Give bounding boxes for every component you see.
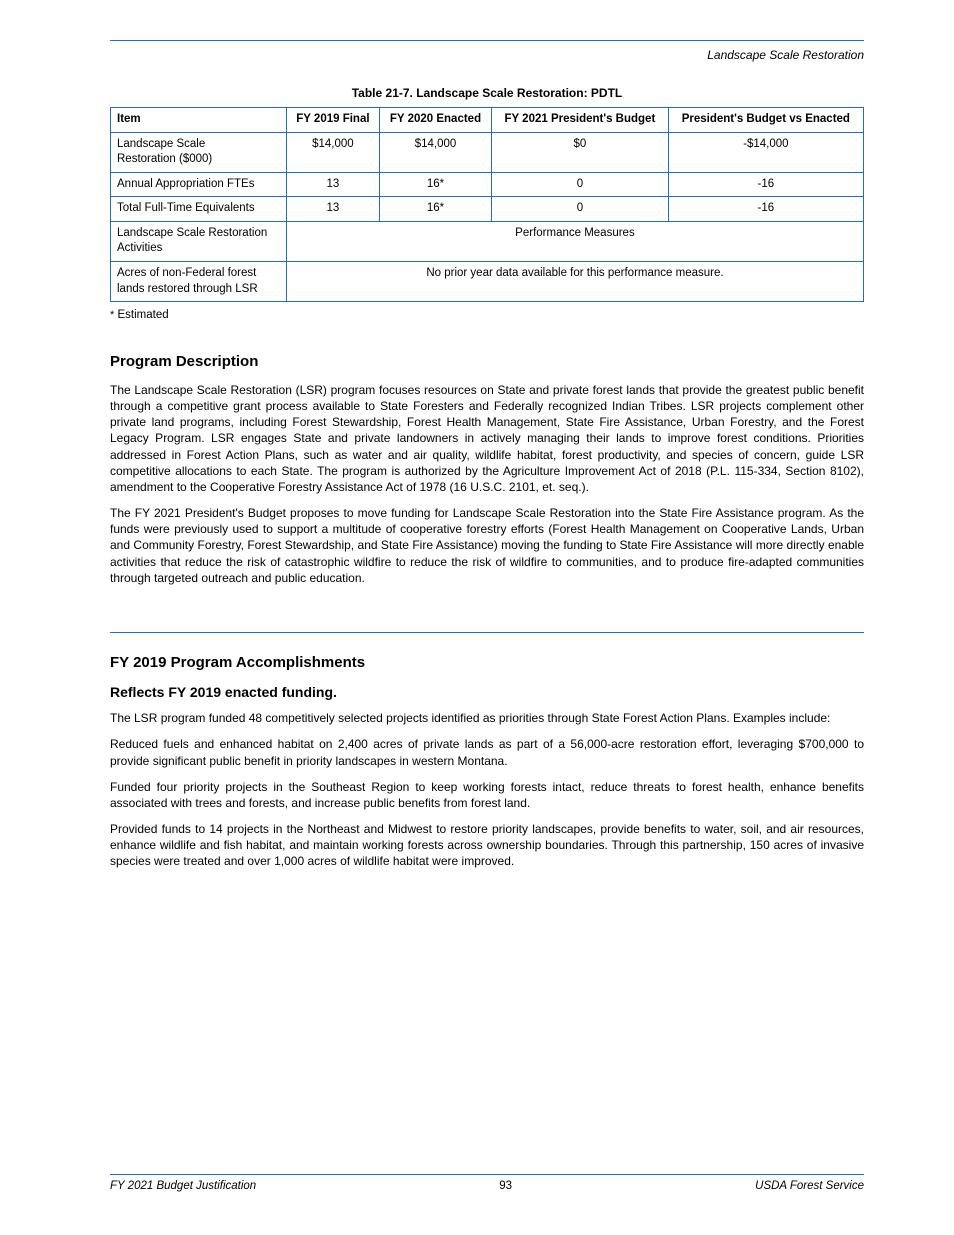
cell: 13 xyxy=(286,172,379,197)
th-item: Item xyxy=(111,108,287,133)
row-label: Landscape Scale RestorationActivities xyxy=(111,221,287,261)
row-label: Acres of non-Federal forestlands restore… xyxy=(111,261,287,301)
cell: 16* xyxy=(379,197,491,222)
accomplishments-section: FY 2019 Program Accomplishments Reflects… xyxy=(110,632,864,870)
paragraph: Reduced fuels and enhanced habitat on 2,… xyxy=(110,736,864,768)
cell: $0 xyxy=(492,132,669,172)
cell: 0 xyxy=(492,197,669,222)
cell: -16 xyxy=(668,172,863,197)
page-footer: FY 2021 Budget Justification 93 USDA For… xyxy=(110,1174,864,1195)
paragraph: The Landscape Scale Restoration (LSR) pr… xyxy=(110,382,864,495)
sub-heading: Reflects FY 2019 enacted funding. xyxy=(110,683,864,702)
cell: 13 xyxy=(286,197,379,222)
cell: $14,000 xyxy=(379,132,491,172)
section-heading: Program Description xyxy=(110,352,864,372)
footer-page-number: 93 xyxy=(256,1179,755,1195)
paragraph: Provided funds to 14 projects in the Nor… xyxy=(110,821,864,870)
paragraph: The LSR program funded 48 competitively … xyxy=(110,710,864,726)
footer-rule xyxy=(110,1174,864,1175)
footer-left: FY 2021 Budget Justification xyxy=(110,1179,256,1195)
pdtl-table: Item FY 2019 Final FY 2020 Enacted FY 20… xyxy=(110,107,864,302)
merged-cell: No prior year data available for this pe… xyxy=(286,261,863,301)
table-row: Landscape ScaleRestoration ($000) $14,00… xyxy=(111,132,864,172)
cell: $14,000 xyxy=(286,132,379,172)
cell: -16 xyxy=(668,197,863,222)
table-row: Total Full-Time Equivalents 13 16* 0 -16 xyxy=(111,197,864,222)
table-footnote: * Estimated xyxy=(110,308,864,324)
merged-cell: Performance Measures xyxy=(286,221,863,261)
cell: -$14,000 xyxy=(668,132,863,172)
paragraph: Funded four priority projects in the Sou… xyxy=(110,779,864,811)
th-fy2020: FY 2020 Enacted xyxy=(379,108,491,133)
header-rule xyxy=(110,40,864,41)
th-fy2019: FY 2019 Final xyxy=(286,108,379,133)
footer-right: USDA Forest Service xyxy=(755,1179,864,1195)
table-row: Annual Appropriation FTEs 13 16* 0 -16 xyxy=(111,172,864,197)
cell: 0 xyxy=(492,172,669,197)
header-running-title: Landscape Scale Restoration xyxy=(110,47,864,63)
section-heading: FY 2019 Program Accomplishments xyxy=(110,653,864,673)
paragraph: The FY 2021 President's Budget proposes … xyxy=(110,505,864,586)
table-header-row: Item FY 2019 Final FY 2020 Enacted FY 20… xyxy=(111,108,864,133)
th-fy2021: FY 2021 President's Budget xyxy=(492,108,669,133)
program-description-section: Program Description The Landscape Scale … xyxy=(110,352,864,587)
table-title: Table 21-7. Landscape Scale Restoration:… xyxy=(110,85,864,101)
table-row: Acres of non-Federal forestlands restore… xyxy=(111,261,864,301)
row-label: Total Full-Time Equivalents xyxy=(111,197,287,222)
th-delta: President's Budget vs Enacted xyxy=(668,108,863,133)
table-row: Landscape Scale RestorationActivities Pe… xyxy=(111,221,864,261)
cell: 16* xyxy=(379,172,491,197)
row-label: Annual Appropriation FTEs xyxy=(111,172,287,197)
row-label: Landscape ScaleRestoration ($000) xyxy=(111,132,287,172)
